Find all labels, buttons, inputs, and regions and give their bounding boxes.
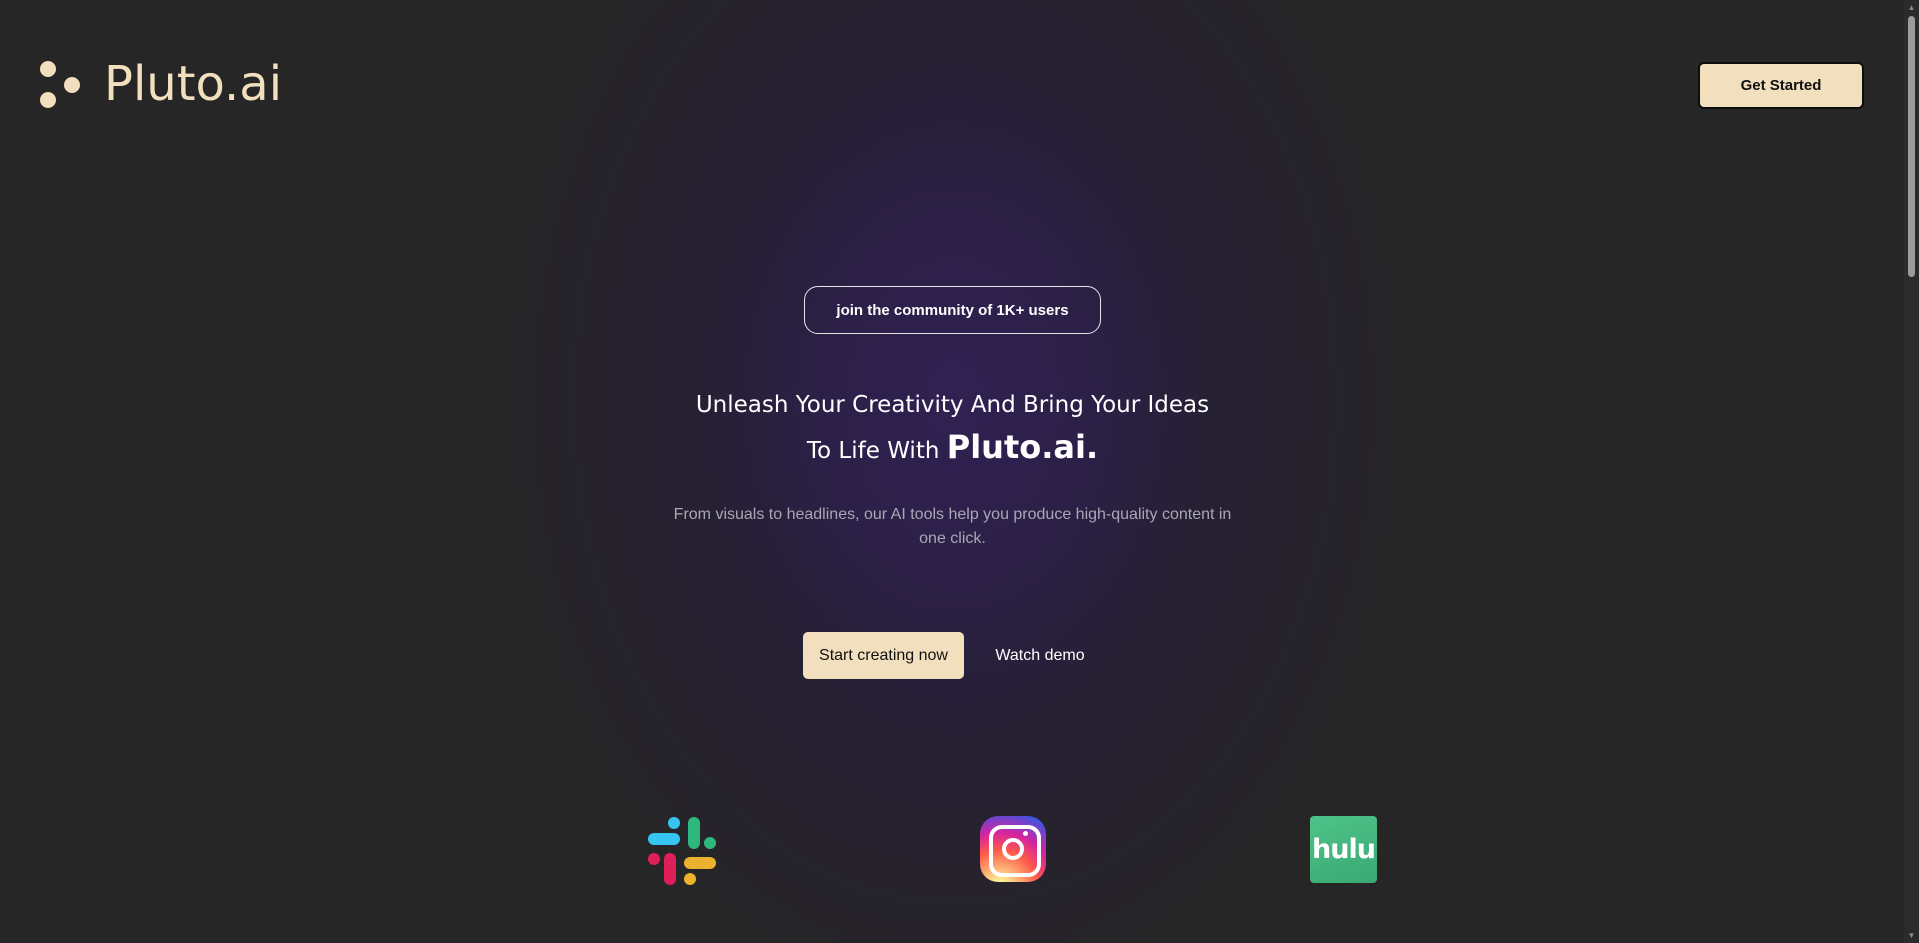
logo-dots-icon (38, 58, 82, 110)
hulu-icon: hulu (1310, 816, 1378, 884)
hero-headline: Unleash Your Creativity And Bring Your I… (560, 384, 1345, 472)
headline-brand: Pluto.ai. (946, 428, 1099, 466)
get-started-button[interactable]: Get Started (1698, 62, 1864, 109)
scroll-down-arrow-icon[interactable]: ▼ (1904, 928, 1919, 943)
scroll-up-arrow-icon[interactable]: ▲ (1904, 0, 1919, 15)
watch-demo-button[interactable]: Watch demo (984, 632, 1096, 679)
headline-line-2-prefix: To Life With (806, 438, 947, 464)
start-creating-button[interactable]: Start creating now (803, 632, 964, 679)
hulu-logo-text: hulu (1310, 816, 1377, 883)
instagram-icon (980, 816, 1048, 884)
site-logo[interactable]: Pluto.ai (38, 58, 282, 110)
slack-icon (647, 816, 717, 886)
scrollbar-thumb[interactable] (1908, 16, 1915, 277)
community-badge[interactable]: join the community of 1K+ users (804, 286, 1101, 334)
logo-text: Pluto.ai (104, 56, 283, 112)
headline-line-1: Unleash Your Creativity And Bring Your I… (695, 392, 1210, 418)
hero-subtext: From visuals to headlines, our AI tools … (673, 506, 1232, 547)
landing-page: Pluto.ai Get Started join the community … (0, 0, 1919, 943)
page-scrollbar[interactable]: ▲ ▼ (1904, 0, 1919, 943)
headline-line-2: To Life With Pluto.ai. (560, 426, 1345, 472)
